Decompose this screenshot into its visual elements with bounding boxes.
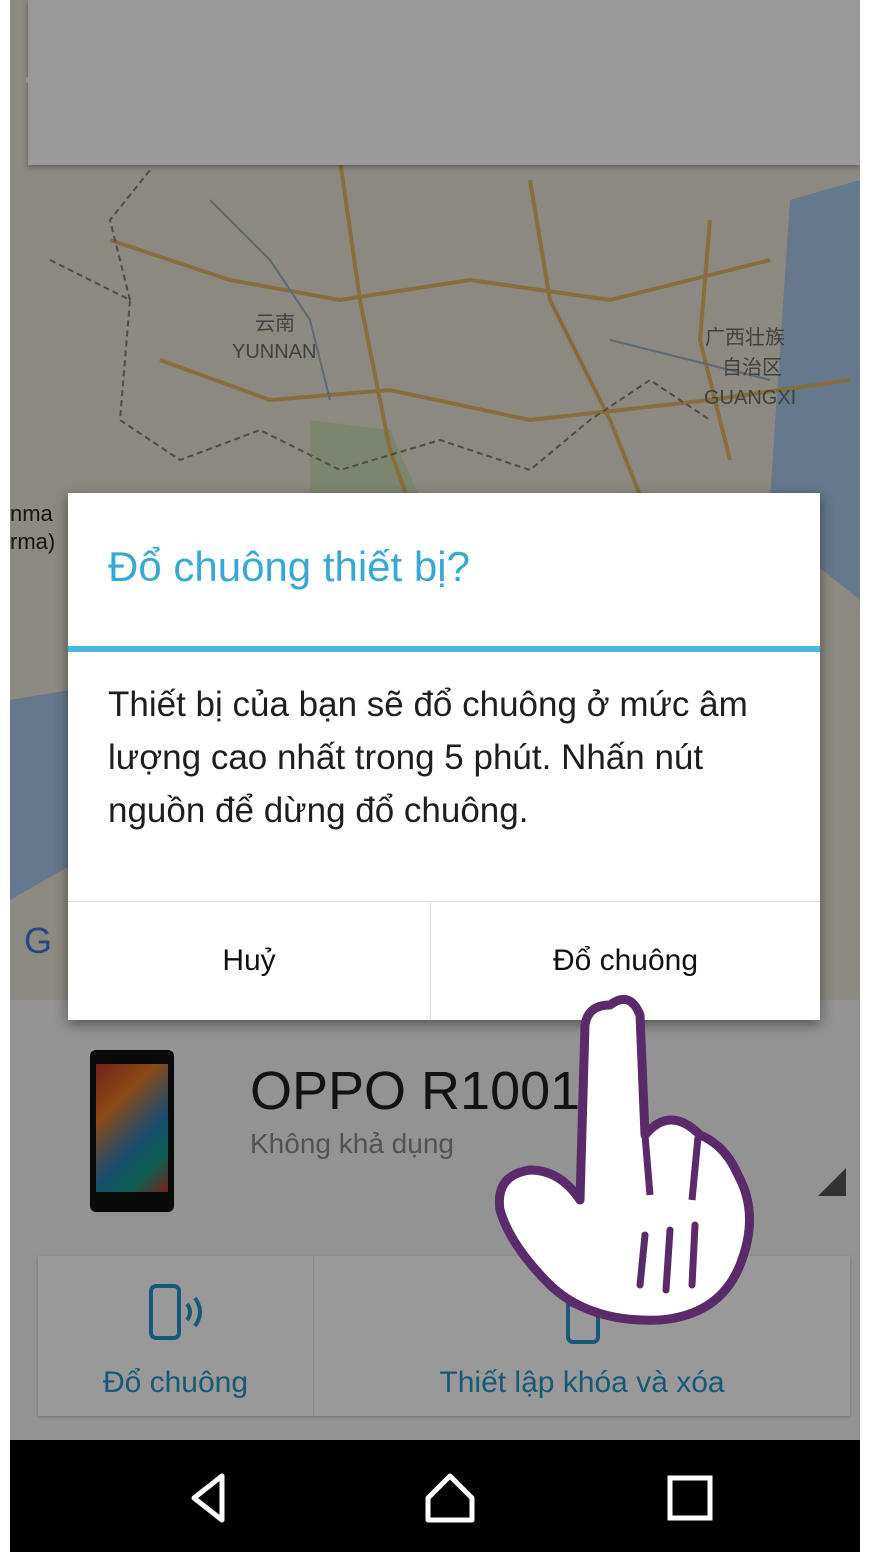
phone-frame: 云南 YUNNAN 广西壮族 自治区 GUANGXI nma rma) G Qu… xyxy=(0,0,870,1552)
ring-confirm-button[interactable]: Đổ chuông xyxy=(431,902,820,1020)
screen: 云南 YUNNAN 广西壮族 自治区 GUANGXI nma rma) G Qu… xyxy=(10,0,860,1552)
ring-device-dialog: Đổ chuông thiết bị? Thiết bị của bạn sẽ … xyxy=(68,493,820,1020)
system-nav-bar xyxy=(10,1440,860,1552)
home-icon[interactable] xyxy=(420,1468,480,1528)
dialog-message: Thiết bị của bạn sẽ đổ chuông ở mức âm l… xyxy=(108,685,748,830)
back-triangle-icon[interactable] xyxy=(180,1468,240,1528)
dialog-title-divider xyxy=(68,646,820,652)
dialog-title: Đổ chuông thiết bị? xyxy=(108,543,470,590)
recents-square-icon[interactable] xyxy=(660,1468,720,1528)
cancel-button[interactable]: Huỷ xyxy=(68,902,430,1020)
